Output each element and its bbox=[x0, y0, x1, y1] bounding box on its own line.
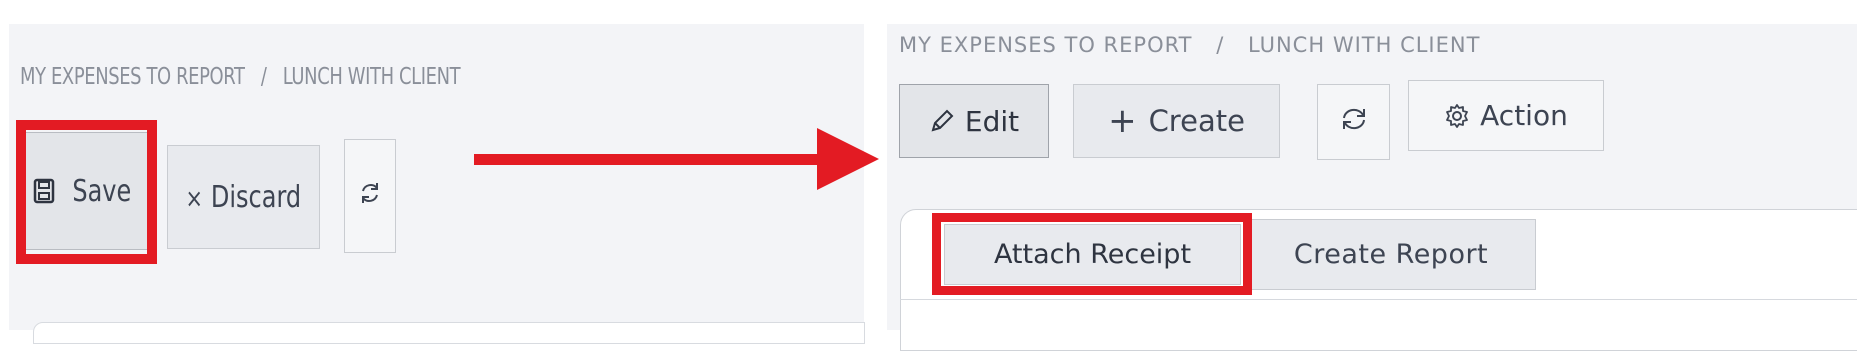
plus-icon: + bbox=[1108, 101, 1137, 141]
gear-icon bbox=[1444, 103, 1470, 129]
refresh-icon bbox=[1339, 106, 1369, 139]
breadcrumb-separator: / bbox=[260, 64, 267, 90]
card-divider bbox=[900, 299, 1857, 300]
refresh-icon bbox=[359, 179, 381, 214]
create-report-button[interactable]: Create Report bbox=[1246, 219, 1536, 290]
arrow-shaft bbox=[474, 154, 822, 165]
breadcrumb-parent-link[interactable]: MY EXPENSES TO REPORT bbox=[899, 33, 1193, 57]
create-report-label: Create Report bbox=[1293, 239, 1489, 270]
action-button[interactable]: Action bbox=[1408, 80, 1604, 151]
discard-label: Discard bbox=[211, 179, 302, 215]
refresh-button[interactable] bbox=[344, 139, 396, 253]
left-form-card bbox=[33, 322, 865, 344]
edit-label: Edit bbox=[964, 104, 1020, 138]
breadcrumb-right: MY EXPENSES TO REPORT / LUNCH WITH CLIEN… bbox=[899, 33, 1480, 57]
highlight-box-save bbox=[16, 120, 157, 264]
pencil-icon bbox=[929, 108, 955, 134]
create-button[interactable]: + Create bbox=[1073, 84, 1280, 158]
discard-button[interactable]: × Discard bbox=[167, 145, 320, 249]
close-icon: × bbox=[185, 183, 204, 214]
arrow-head-icon bbox=[817, 128, 879, 190]
action-label: Action bbox=[1480, 99, 1568, 132]
breadcrumb-parent-link[interactable]: MY EXPENSES TO REPORT bbox=[20, 64, 245, 90]
breadcrumb-current: LUNCH WITH CLIENT bbox=[282, 64, 461, 90]
highlight-box-attach-receipt bbox=[932, 213, 1252, 295]
create-label: Create bbox=[1148, 104, 1245, 138]
breadcrumb-separator: / bbox=[1216, 33, 1225, 57]
breadcrumb-left: MY EXPENSES TO REPORT / LUNCH WITH CLIEN… bbox=[20, 64, 461, 90]
refresh-button[interactable] bbox=[1317, 84, 1390, 160]
breadcrumb-current: LUNCH WITH CLIENT bbox=[1247, 33, 1481, 57]
edit-button[interactable]: Edit bbox=[899, 84, 1049, 158]
